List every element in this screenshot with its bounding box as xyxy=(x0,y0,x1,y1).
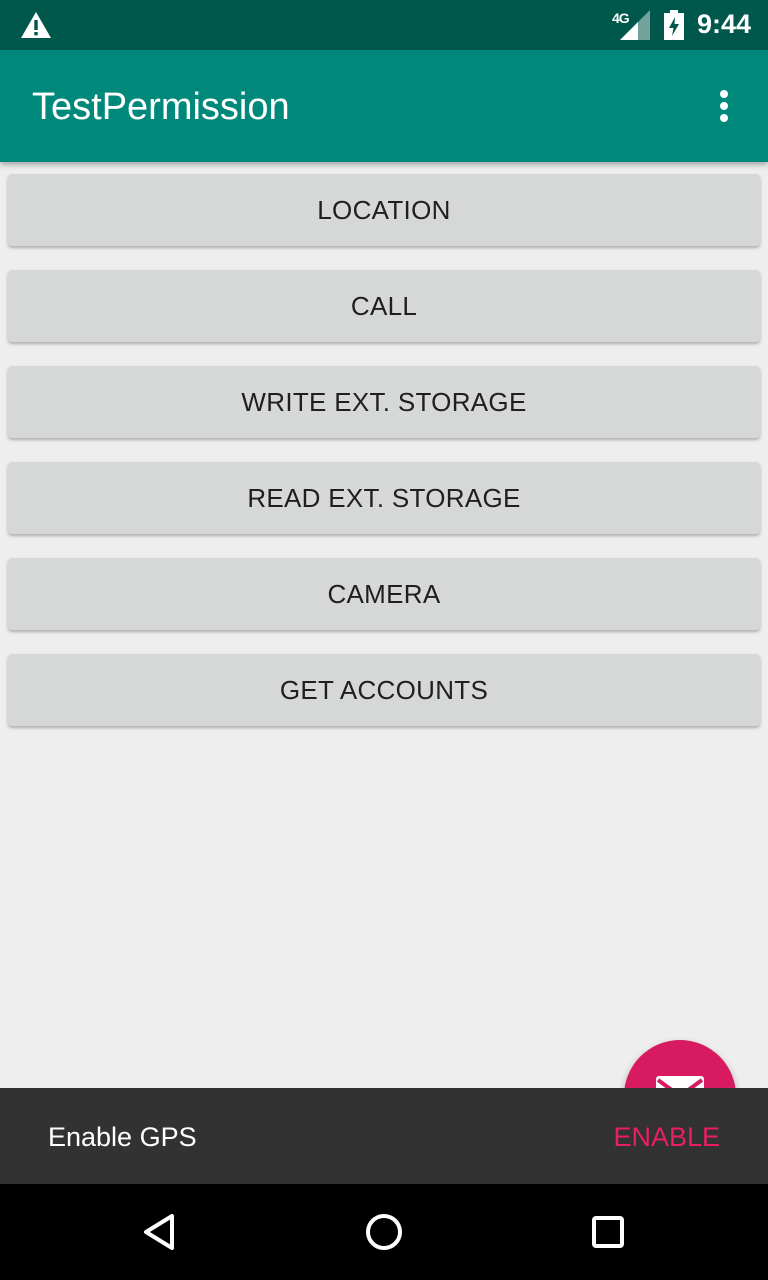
location-button[interactable]: LOCATION xyxy=(8,174,760,246)
navigation-bar xyxy=(0,1184,768,1280)
camera-button[interactable]: CAMERA xyxy=(8,558,760,630)
read-ext-storage-button[interactable]: READ EXT. STORAGE xyxy=(8,462,760,534)
app-title: TestPermission xyxy=(32,86,290,128)
write-ext-storage-button[interactable]: WRITE EXT. STORAGE xyxy=(8,366,760,438)
network-type-label: 4G xyxy=(612,10,630,26)
get-accounts-button[interactable]: GET ACCOUNTS xyxy=(8,654,760,726)
back-icon[interactable] xyxy=(136,1208,184,1256)
snackbar-enable-button[interactable]: ENABLE xyxy=(613,1122,720,1153)
clock: 9:44 xyxy=(697,9,752,39)
battery-charging-icon xyxy=(664,10,684,40)
call-button[interactable]: CALL xyxy=(8,270,760,342)
warning-icon xyxy=(21,12,51,38)
app-bar: TestPermission xyxy=(0,50,768,162)
snackbar: Enable GPS ENABLE xyxy=(0,1088,768,1184)
home-icon[interactable] xyxy=(360,1208,408,1256)
more-vert-icon[interactable] xyxy=(706,82,742,130)
status-bar: 4G 9:44 xyxy=(0,0,768,50)
snackbar-message: Enable GPS xyxy=(48,1122,197,1152)
recents-icon[interactable] xyxy=(584,1208,632,1256)
